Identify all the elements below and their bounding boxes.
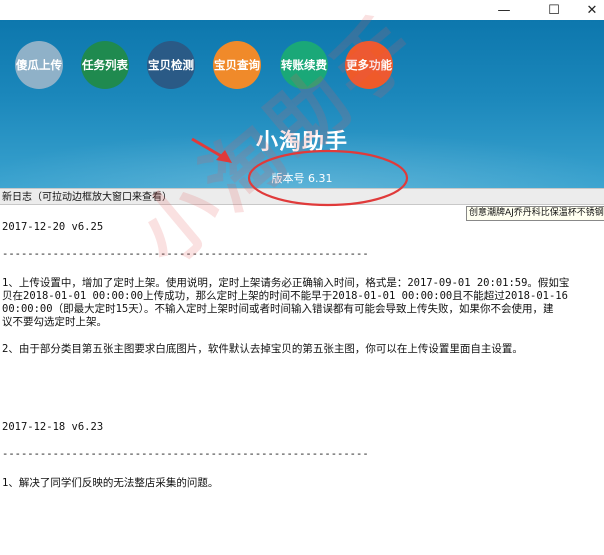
log-line: ----------------------------------------… — [2, 448, 369, 460]
item-check-button[interactable]: 宝贝检测 — [147, 41, 195, 89]
log-content[interactable]: 2017-12-20 v6.25 -----------------------… — [0, 206, 604, 555]
close-icon[interactable]: ✕ — [572, 0, 604, 20]
log-line: 1、解决了同学们反映的无法整店采集的问题。 — [2, 477, 219, 489]
log-line: 2017-12-18 v6.23 — [2, 421, 104, 433]
maximize-icon[interactable]: ☐ — [534, 0, 574, 20]
minimize-icon[interactable]: — — [484, 0, 524, 20]
log-line: 2017-12-20 v6.25 — [2, 221, 104, 233]
log-line: 议不要勾选定时上架。 — [2, 316, 107, 328]
log-panel-title: 新日志（可拉动边框放大窗口来查看） — [0, 188, 604, 205]
item-tooltip: 创意潮牌AJ乔丹科比保温杯不锈钢保 — [466, 206, 604, 221]
log-line: 2、由于部分类目第五张主图要求白底图片，软件默认去掉宝贝的第五张主图，你可以在上… — [2, 343, 523, 355]
task-list-button[interactable]: 任务列表 — [81, 41, 129, 89]
easy-upload-button[interactable]: 傻瓜上传 — [15, 41, 63, 89]
title-bar: — ☐ ✕ — [0, 0, 604, 20]
